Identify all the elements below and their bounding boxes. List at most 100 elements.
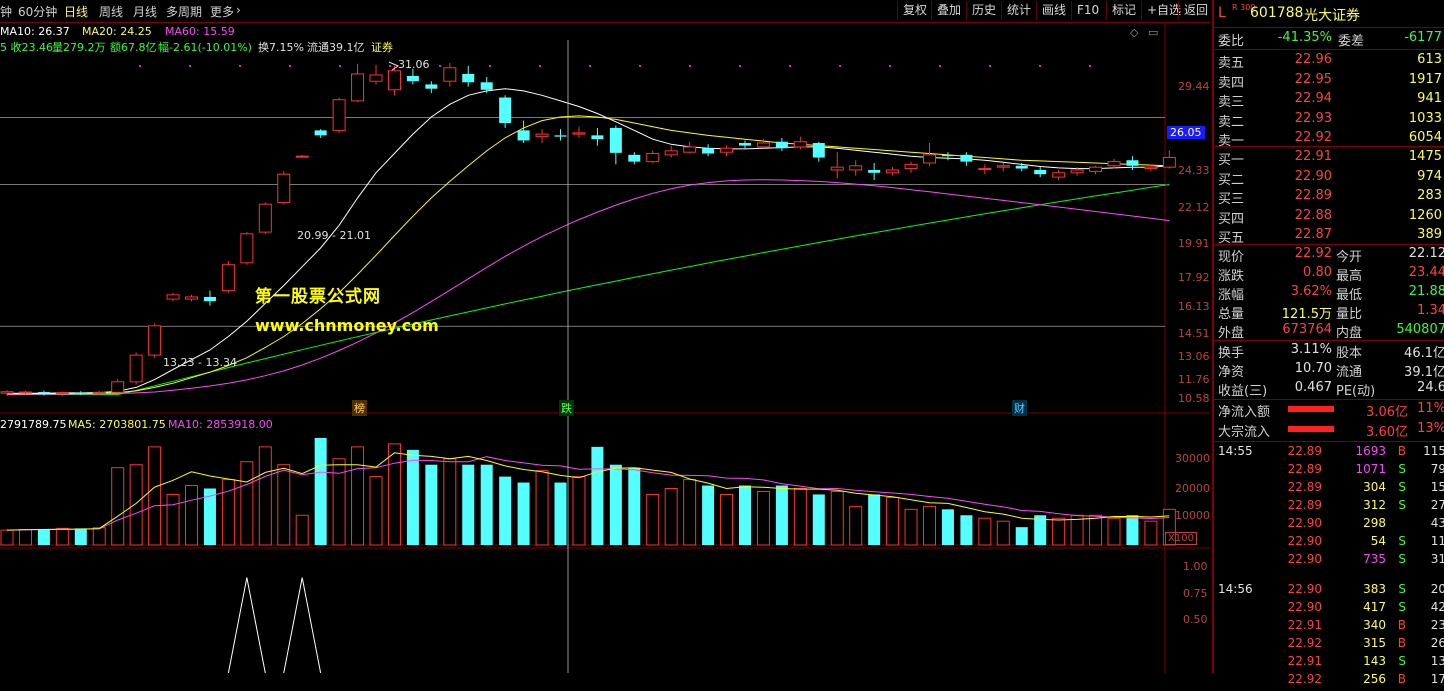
stat-label: 股本: [1336, 346, 1363, 361]
tick-side: S: [1398, 552, 1406, 566]
ask-row[interactable]: 卖四 22.95 1917: [1218, 72, 1444, 91]
candle-body: [462, 73, 475, 83]
tick-row[interactable]: 22.92 256 B 17: [1218, 672, 1444, 691]
period-monthly[interactable]: 月线: [133, 3, 157, 20]
marker-dot: [539, 65, 541, 67]
volume-bar: [18, 529, 32, 546]
volume-bar: [1144, 520, 1158, 546]
tick-side: S: [1398, 600, 1406, 614]
candle-body: [664, 150, 678, 156]
candle-body: [1015, 165, 1028, 169]
tick-row[interactable]: 22.90 298 43: [1218, 516, 1444, 535]
volume-bar: [351, 446, 365, 546]
volume-bar: [387, 443, 401, 546]
stat-value: 10.70: [1294, 361, 1332, 376]
ask-row[interactable]: 卖二 22.93 1033: [1218, 111, 1444, 130]
tick-side: B: [1397, 444, 1406, 458]
ask-price: 22.95: [1294, 71, 1332, 87]
candle-body: [978, 168, 992, 171]
period-more[interactable]: 更多: [210, 3, 234, 20]
stat-value: 540807: [1396, 322, 1444, 337]
volume-bar: [499, 476, 512, 545]
candle-body: [295, 155, 309, 158]
event-marker-finance[interactable]: 财: [1012, 400, 1027, 416]
bid-price: 22.87: [1294, 227, 1332, 242]
tick-row[interactable]: 22.90 735 S 31: [1218, 552, 1444, 571]
marker-dot: [739, 65, 741, 67]
tick-row[interactable]: 22.90 417 S 42: [1218, 600, 1444, 619]
stat-label: 最高: [1336, 269, 1363, 284]
tick-row[interactable]: 14:55 22.89 1693 B 115: [1218, 444, 1444, 463]
stats-button[interactable]: 统计: [1001, 1, 1036, 20]
bid-row[interactable]: 买二 22.90 974: [1218, 169, 1444, 188]
tick-row[interactable]: 22.89 312 S 27: [1218, 498, 1444, 517]
tick-volume: 54: [1370, 534, 1386, 548]
marker-dot: [1039, 65, 1041, 67]
marker-dot: [439, 65, 441, 67]
window-icon[interactable]: ▭: [1148, 26, 1158, 39]
stat-label: 现价: [1218, 250, 1245, 265]
indicator-spike: [227, 577, 266, 673]
volume-tick: 20000: [1175, 482, 1210, 495]
volume-tick: 30000: [1175, 452, 1210, 465]
tick-row[interactable]: 22.91 340 B 23: [1218, 618, 1444, 637]
bid-row[interactable]: 买一 22.91 1475: [1218, 149, 1444, 168]
period-60min[interactable]: 60分钟: [18, 3, 57, 20]
bid-row[interactable]: 买三 22.89 283: [1218, 188, 1444, 207]
ask-row[interactable]: 卖三 22.94 941: [1218, 91, 1444, 110]
tick-row[interactable]: 22.91 143 S 13: [1218, 654, 1444, 673]
fuquan-button[interactable]: 复权: [897, 1, 932, 20]
tick-row[interactable]: 22.89 1071 S 79: [1218, 462, 1444, 481]
flow-label: 净流入额: [1218, 405, 1271, 420]
marker-dot: [939, 65, 941, 67]
candle-body: [1162, 157, 1176, 168]
marker-dot: [189, 65, 191, 67]
flow-value: 3.60亿: [1366, 425, 1408, 440]
mark-button[interactable]: 标记: [1106, 1, 1141, 20]
event-marker-rank[interactable]: 榜: [352, 400, 367, 416]
candle-body: [572, 132, 586, 135]
stat-row: 总量 121.5万 量比 1.34: [1218, 303, 1444, 322]
candle-body: [499, 97, 512, 124]
tick-count: 20: [1430, 582, 1444, 596]
tick-row[interactable]: 22.90 54 S 11: [1218, 534, 1444, 553]
event-marker-drop[interactable]: 跌: [559, 400, 574, 416]
ask-row[interactable]: 卖五 22.96 613: [1218, 52, 1444, 71]
kline-chart[interactable]: [0, 0, 1210, 673]
candle-body: [0, 391, 14, 394]
chart-area[interactable]: 钟 60分钟 日线 周线 月线 多周期 更多 › 复权 叠加 历史 统计 画线 …: [0, 0, 1210, 673]
history-button[interactable]: 历史: [966, 1, 1001, 20]
chevron-right-icon[interactable]: ›: [236, 3, 241, 17]
close-stat: 5 收23.46: [0, 41, 53, 54]
sector-tag[interactable]: 证券: [371, 39, 393, 55]
stock-code[interactable]: 601788: [1250, 5, 1303, 21]
tick-row[interactable]: 22.92 315 B 26: [1218, 636, 1444, 655]
volume-bar: [628, 467, 641, 545]
tick-row[interactable]: 22.89 304 S 15: [1218, 480, 1444, 499]
ask-label: 卖五: [1218, 56, 1245, 71]
tick-row[interactable]: 14:56 22.90 383 S 20: [1218, 582, 1444, 601]
overlay-button[interactable]: 叠加: [931, 1, 966, 20]
tick-count: 115: [1423, 444, 1444, 458]
volume-bar: [55, 527, 69, 546]
f10-button[interactable]: F10: [1071, 1, 1104, 20]
candle-body: [1144, 166, 1158, 170]
period-minute[interactable]: 钟: [0, 3, 12, 20]
tick-count: 43: [1430, 516, 1444, 530]
draw-button[interactable]: 画线: [1036, 1, 1071, 20]
period-weekly[interactable]: 周线: [99, 3, 123, 20]
volume-bar: [1107, 517, 1121, 546]
tick-volume: 315: [1363, 636, 1386, 650]
period-daily[interactable]: 日线: [64, 3, 88, 20]
stat-value: 673764: [1282, 322, 1332, 337]
diamond-icon[interactable]: ◇: [1130, 26, 1138, 39]
back-button[interactable]: 返回: [1178, 1, 1213, 20]
candle-body: [37, 392, 50, 394]
bid-row[interactable]: 买四 22.88 1260: [1218, 208, 1444, 227]
tick-price: 22.89: [1287, 462, 1322, 476]
tick-side: S: [1398, 462, 1406, 476]
volume-bar: [258, 446, 272, 546]
stock-name[interactable]: 光大证券: [1304, 5, 1360, 25]
marker-dot: [489, 65, 491, 67]
period-multi[interactable]: 多周期: [166, 3, 202, 20]
